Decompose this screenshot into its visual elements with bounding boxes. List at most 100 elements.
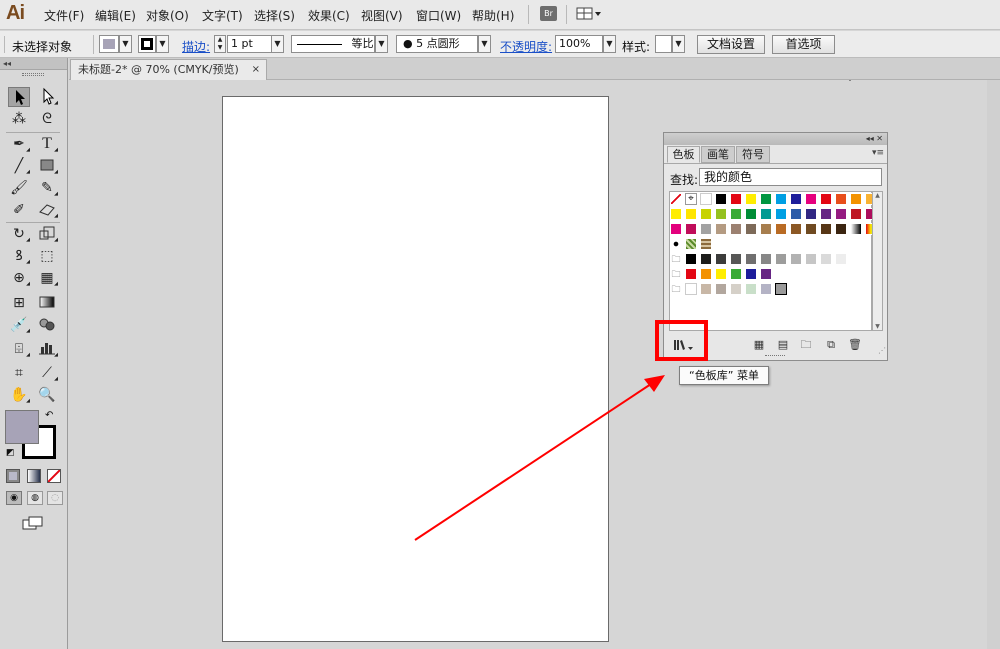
find-input[interactable]: 我的颜色: [699, 168, 882, 186]
tab-swatches[interactable]: 色板: [667, 146, 700, 163]
lasso-tool[interactable]: ᘓ: [36, 109, 58, 129]
swatch[interactable]: [700, 193, 712, 205]
swatch[interactable]: [835, 193, 847, 205]
swatch[interactable]: [730, 283, 742, 295]
zoom-tool[interactable]: 🔍: [36, 385, 58, 405]
swatch[interactable]: [700, 268, 712, 280]
stroke-profile-field[interactable]: 等比: [291, 35, 375, 53]
menu-help[interactable]: 帮助(H): [472, 7, 514, 24]
pattern-swatch[interactable]: [685, 238, 697, 250]
pattern-swatch[interactable]: [700, 238, 712, 250]
menu-effect[interactable]: 效果(C): [308, 7, 350, 24]
swatch[interactable]: [805, 193, 817, 205]
tab-brushes[interactable]: 画笔: [701, 146, 735, 163]
swatch[interactable]: [745, 268, 757, 280]
fill-box[interactable]: [5, 410, 39, 444]
shape-builder-tool[interactable]: ⊕ ◢: [8, 268, 30, 288]
default-fill-stroke-icon[interactable]: ◩: [6, 448, 15, 458]
opacity-panel-link[interactable]: 不透明度:: [500, 38, 552, 55]
draw-inside-button[interactable]: ◌: [47, 491, 63, 505]
swatch[interactable]: [730, 253, 742, 265]
line-tool[interactable]: ╱ ◢: [8, 156, 30, 176]
eraser-tool[interactable]: ◢: [36, 200, 58, 220]
swatch[interactable]: [775, 193, 787, 205]
panel-title-bar[interactable]: ◂◂ ✕: [664, 133, 887, 145]
gradient-mode-button[interactable]: [27, 469, 41, 483]
type-tool[interactable]: T ◢: [36, 134, 58, 154]
screen-mode-button[interactable]: [22, 516, 44, 530]
swatch[interactable]: [700, 223, 712, 235]
swatch[interactable]: [790, 193, 802, 205]
artboard[interactable]: [222, 96, 609, 642]
scroll-up-icon[interactable]: ▲: [873, 192, 882, 199]
swatch[interactable]: [745, 253, 757, 265]
swatch[interactable]: [805, 253, 817, 265]
swap-fill-stroke-icon[interactable]: ↶: [45, 410, 53, 421]
graphic-style-dropdown[interactable]: ▼: [672, 35, 685, 53]
stroke-weight-stepper[interactable]: ▲ ▼: [214, 35, 226, 53]
menu-select[interactable]: 选择(S): [254, 7, 295, 24]
swatch[interactable]: [835, 208, 847, 220]
swatch[interactable]: [670, 223, 682, 235]
menu-type[interactable]: 文字(T): [202, 7, 243, 24]
swatch[interactable]: [715, 208, 727, 220]
new-color-group-icon[interactable]: 🗀: [799, 338, 813, 351]
swatch[interactable]: [835, 253, 847, 265]
selection-tool[interactable]: [8, 87, 30, 107]
swatch[interactable]: [760, 268, 772, 280]
perspective-grid-tool[interactable]: ▦ ◢: [36, 268, 58, 288]
swatch[interactable]: [760, 253, 772, 265]
fill-dropdown[interactable]: ▼: [119, 35, 132, 53]
brush-field[interactable]: ● 5 点圆形: [396, 35, 478, 53]
panel-grip[interactable]: [765, 355, 785, 357]
pattern-swatch[interactable]: [670, 238, 682, 250]
swatch[interactable]: [790, 223, 802, 235]
swatch[interactable]: [820, 253, 832, 265]
preferences-button[interactable]: 首选项: [772, 35, 835, 54]
swatch[interactable]: [745, 223, 757, 235]
swatch[interactable]: [760, 283, 772, 295]
symbol-sprayer-tool[interactable]: ⌹ ◢: [8, 339, 30, 359]
swatch[interactable]: [820, 193, 832, 205]
swatch[interactable]: [790, 253, 802, 265]
registration-swatch[interactable]: ⌖: [685, 193, 697, 205]
close-icon[interactable]: ×: [252, 60, 260, 80]
none-swatch[interactable]: [670, 193, 682, 205]
collapse-icon[interactable]: ◂◂: [3, 59, 11, 68]
menu-view[interactable]: 视图(V): [361, 7, 403, 24]
swatch[interactable]: [730, 193, 742, 205]
free-transform-tool[interactable]: ⬚: [36, 246, 58, 266]
swatch[interactable]: [700, 208, 712, 220]
stroke-color-button[interactable]: [138, 35, 156, 53]
stroke-profile-dropdown[interactable]: ▼: [375, 35, 388, 53]
delete-swatch-icon[interactable]: 🗑: [848, 338, 862, 351]
swatch[interactable]: [760, 223, 772, 235]
hand-tool[interactable]: ✋ ◢: [8, 385, 30, 405]
stroke-weight-dropdown[interactable]: ▼: [271, 35, 284, 53]
mesh-tool[interactable]: ⊞: [8, 293, 30, 313]
scale-tool[interactable]: ◢: [36, 224, 58, 244]
document-setup-button[interactable]: 文档设置: [697, 35, 765, 54]
toolbox-grip[interactable]: [22, 73, 44, 76]
artboard-tool[interactable]: ⌗: [8, 363, 30, 383]
swatch[interactable]: [730, 208, 742, 220]
scroll-down-icon[interactable]: ▼: [873, 323, 882, 330]
swatch[interactable]: [760, 208, 772, 220]
column-graph-tool[interactable]: ◢: [36, 339, 58, 359]
blob-brush-tool[interactable]: ✐: [8, 200, 30, 220]
swatch[interactable]: [790, 208, 802, 220]
swatch[interactable]: [745, 208, 757, 220]
graphic-style-button[interactable]: [655, 35, 672, 53]
color-group-folder-icon[interactable]: 🗀: [670, 255, 682, 265]
bridge-button[interactable]: Br: [540, 6, 557, 21]
swatch[interactable]: [685, 208, 697, 220]
swatch[interactable]: [820, 208, 832, 220]
swatch-grid-scrollbar[interactable]: ▲ ▼: [872, 191, 883, 331]
stroke-weight-field[interactable]: 1 pt: [227, 35, 272, 53]
draw-behind-button[interactable]: ◍: [27, 491, 43, 505]
draw-normal-button[interactable]: ◉: [6, 491, 22, 505]
swatch[interactable]: [685, 283, 697, 295]
swatch[interactable]: [805, 208, 817, 220]
brush-dropdown[interactable]: ▼: [478, 35, 491, 53]
document-tab[interactable]: 未标题-2* @ 70% (CMYK/预览) ×: [70, 59, 267, 80]
